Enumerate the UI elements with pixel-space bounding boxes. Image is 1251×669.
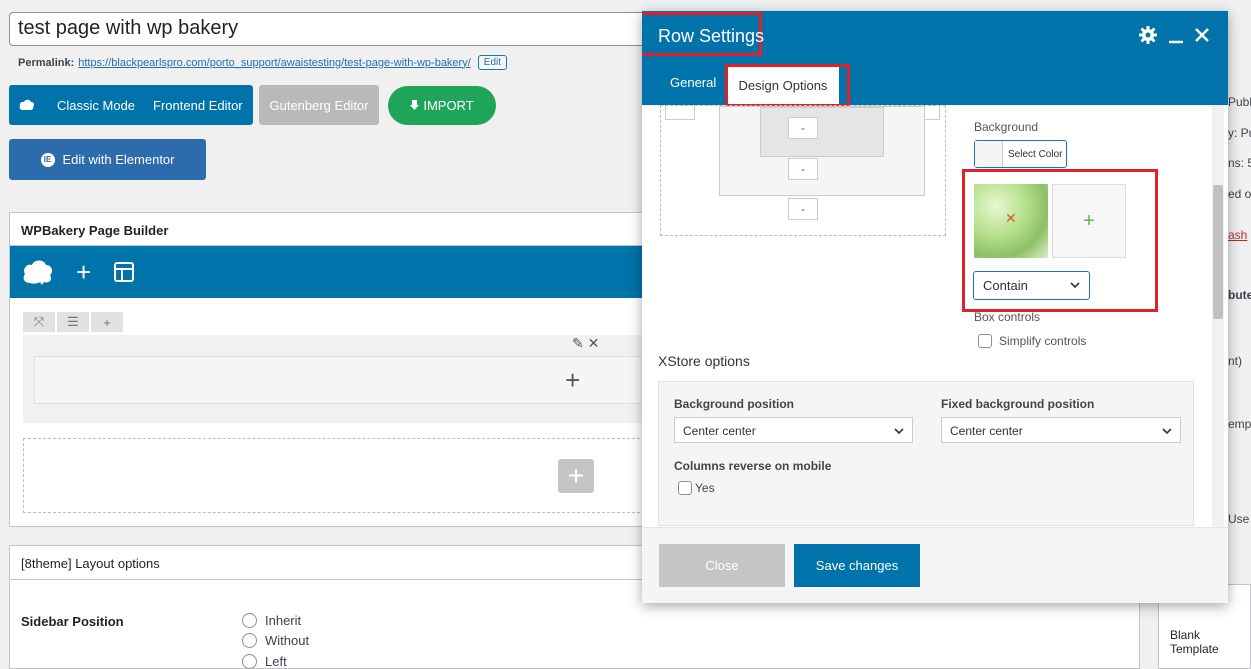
box-border-area bbox=[719, 106, 925, 196]
frontend-editor-button[interactable]: Frontend Editor bbox=[153, 98, 243, 113]
row-move-icon[interactable]: ⤧ bbox=[23, 312, 55, 332]
modal-footer: Close Save changes bbox=[642, 527, 1228, 603]
yes-label: Yes bbox=[695, 481, 715, 495]
xstore-options-panel: Background position Center center Fixed … bbox=[658, 381, 1194, 526]
columns-reverse-label: Columns reverse on mobile bbox=[674, 459, 832, 473]
radio-circle-icon[interactable] bbox=[242, 612, 257, 628]
margin-bottom-field[interactable]: - bbox=[788, 198, 818, 220]
close-icon[interactable] bbox=[1194, 27, 1210, 43]
sidebar-fragment: Use bbox=[1228, 512, 1250, 526]
edit-with-elementor-button[interactable]: IE Edit with Elementor bbox=[9, 139, 206, 180]
elementor-icon: IE bbox=[40, 152, 55, 167]
trash-link[interactable]: ash bbox=[1228, 228, 1247, 242]
fixed-bg-position-label: Fixed background position bbox=[941, 397, 1095, 411]
fixed-bg-position-value: Center center bbox=[950, 424, 1023, 438]
wpbakery-logo-icon[interactable] bbox=[22, 259, 54, 285]
radio-circle-icon[interactable] bbox=[242, 633, 257, 649]
radio-without[interactable]: Without bbox=[242, 631, 309, 652]
tab-general[interactable]: General bbox=[670, 75, 716, 90]
radio-left[interactable]: Left bbox=[242, 651, 309, 669]
highlight-box bbox=[962, 169, 1158, 312]
chevron-down-icon bbox=[894, 428, 904, 435]
import-label: IMPORT bbox=[423, 98, 474, 113]
box-padding-area bbox=[760, 107, 884, 157]
xstore-options-title: XStore options bbox=[658, 353, 750, 369]
select-color-label: Select Color bbox=[1008, 148, 1063, 160]
modal-body: - - - Background Select Color ✕ + Contai… bbox=[642, 105, 1228, 527]
templates-icon[interactable] bbox=[113, 261, 135, 283]
wpbakery-metabox: WPBakery Page Builder + ⤧ ☰ + ✎ ✕ + + bbox=[9, 212, 654, 527]
modal-scrollbar[interactable] bbox=[1212, 105, 1224, 527]
row-add-column-icon[interactable]: + bbox=[91, 312, 123, 332]
close-button[interactable]: Close bbox=[659, 544, 785, 587]
sidebar-fragment: Publ bbox=[1228, 95, 1251, 109]
simplify-controls-option[interactable]: Simplify controls bbox=[978, 334, 1086, 348]
simplify-checkbox[interactable] bbox=[978, 334, 992, 348]
sidebar-fragment: y: Pu bbox=[1228, 126, 1251, 140]
radio-label: Inherit bbox=[265, 612, 302, 628]
radio-circle-icon[interactable] bbox=[242, 653, 257, 669]
sidebar-position-radios: Inherit Without Left bbox=[242, 610, 309, 669]
permalink-label: Permalink: bbox=[18, 56, 75, 69]
permalink-edit-button[interactable]: Edit bbox=[477, 55, 508, 70]
fixed-bg-position-select[interactable]: Center center bbox=[941, 417, 1181, 443]
import-button[interactable]: IMPORT bbox=[388, 86, 496, 125]
select-color-button[interactable]: Select Color bbox=[974, 140, 1067, 168]
columns-reverse-option[interactable]: Yes bbox=[678, 481, 715, 495]
radio-inherit[interactable]: Inherit bbox=[242, 610, 309, 631]
sidebar-fragment: ed o bbox=[1228, 187, 1251, 201]
scrollbar-thumb[interactable] bbox=[1213, 185, 1223, 319]
add-row-button[interactable]: + bbox=[558, 459, 594, 493]
padding-bottom-field[interactable]: - bbox=[788, 117, 818, 139]
column-container bbox=[34, 356, 654, 404]
wpbakery-title: WPBakery Page Builder bbox=[10, 213, 648, 246]
sidebar-fragment: nt) bbox=[1228, 354, 1243, 368]
add-element-icon[interactable]: + bbox=[76, 259, 91, 285]
gear-icon[interactable] bbox=[1138, 25, 1158, 45]
modal-title: Row Settings bbox=[658, 26, 765, 46]
radio-label: Without bbox=[265, 633, 310, 649]
bg-position-value: Center center bbox=[683, 424, 756, 438]
highlight-box bbox=[725, 64, 850, 107]
permalink-link[interactable]: https://blackpearlspro.com/porto_support… bbox=[78, 57, 471, 69]
row-settings-modal: Row Settings General Design Options - - … bbox=[642, 11, 1228, 603]
wpbakery-mode-group: Classic Mode Frontend Editor bbox=[9, 85, 253, 125]
sidebar-fragment: bute bbox=[1228, 288, 1251, 302]
bg-position-label: Background position bbox=[674, 397, 794, 411]
border-bottom-field[interactable]: - bbox=[788, 158, 818, 180]
save-changes-button[interactable]: Save changes bbox=[794, 544, 920, 587]
editor-mode-buttons: Classic Mode Frontend Editor bbox=[9, 85, 253, 125]
elementor-label: Edit with Elementor bbox=[62, 152, 175, 167]
download-icon bbox=[410, 100, 420, 110]
columns-reverse-checkbox[interactable] bbox=[678, 481, 692, 495]
sidebar-position-label: Sidebar Position bbox=[21, 614, 124, 629]
wpbakery-cloud-icon bbox=[19, 99, 35, 110]
radio-label: Left bbox=[265, 653, 287, 669]
column-add-icon[interactable]: + bbox=[565, 365, 580, 396]
row-layout-icon[interactable]: ☰ bbox=[57, 312, 89, 332]
sidebar-fragment: ns: 5 bbox=[1228, 156, 1251, 170]
modal-header-icons bbox=[1138, 25, 1210, 45]
box-controls-label: Box controls bbox=[974, 310, 1041, 324]
minimize-icon[interactable] bbox=[1168, 25, 1184, 45]
sidebar-fragment: emp bbox=[1228, 417, 1251, 431]
wpbakery-toolbar: + bbox=[10, 246, 648, 298]
add-row-area: + bbox=[23, 438, 650, 513]
chevron-down-icon bbox=[1162, 428, 1172, 435]
gutenberg-editor-button[interactable]: Gutenberg Editor bbox=[259, 85, 379, 125]
blank-template-label: Blank Template bbox=[1170, 628, 1219, 656]
color-swatch bbox=[975, 141, 1003, 167]
right-sidebar-partial: Publ y: Pu ns: 5 ed o ash bute nt) emp U… bbox=[1228, 0, 1251, 669]
row-controls: ⤧ ☰ + bbox=[23, 312, 123, 332]
simplify-controls-label: Simplify controls bbox=[999, 334, 1087, 348]
permalink-row: Permalink: https://blackpearlspro.com/po… bbox=[18, 55, 508, 70]
row-container: ✎ ✕ + bbox=[23, 335, 654, 423]
classic-mode-button[interactable]: Classic Mode bbox=[57, 98, 135, 113]
background-label: Background bbox=[974, 120, 1039, 134]
bg-position-select[interactable]: Center center bbox=[674, 417, 913, 443]
modal-header: Row Settings General Design Options bbox=[642, 11, 1228, 107]
row-edit-delete-icons[interactable]: ✎ ✕ bbox=[572, 335, 599, 352]
